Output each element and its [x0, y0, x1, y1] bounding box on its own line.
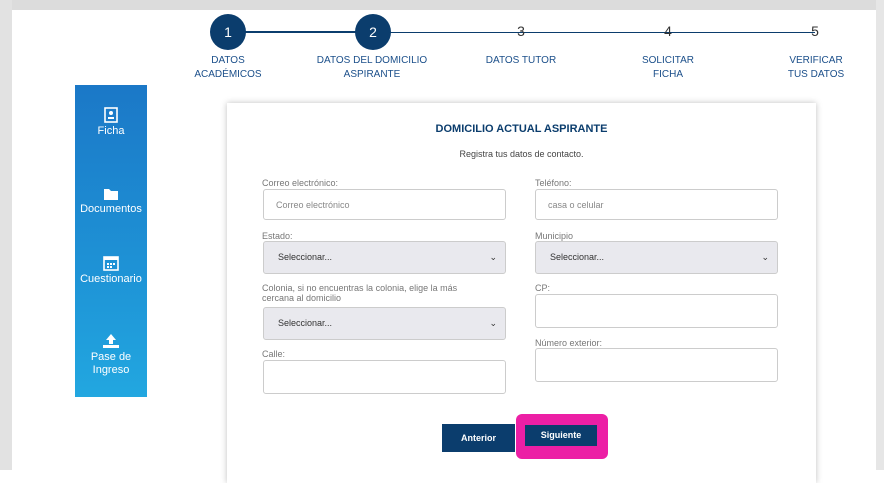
- step-2-label: DATOS DEL DOMICILIO ASPIRANTE: [310, 54, 434, 82]
- state-label: Estado:: [262, 231, 293, 241]
- stepper-progress-line: [228, 31, 372, 33]
- previous-button[interactable]: Anterior: [442, 424, 515, 452]
- step-2-label-line2: ASPIRANTE: [343, 69, 401, 80]
- municipality-select[interactable]: Seleccionar... ⌄: [535, 241, 778, 274]
- step-5-label-line2: TUS DATOS: [787, 69, 845, 80]
- step-1-label-line2: ACADÉMICOS: [194, 69, 262, 80]
- sidebar-item-label-line1: Pase de: [90, 351, 132, 363]
- chevron-down-icon: ⌄: [489, 252, 497, 262]
- state-select[interactable]: Seleccionar... ⌄: [263, 241, 506, 274]
- step-4-number[interactable]: 4: [658, 23, 678, 39]
- sidebar-item-ficha[interactable]: Ficha: [75, 107, 147, 138]
- colony-selected-value: Seleccionar...: [278, 318, 333, 328]
- step-1-circle[interactable]: 1: [210, 14, 246, 50]
- email-label: Correo electrónico:: [262, 178, 339, 188]
- folder-icon: [104, 189, 118, 200]
- step-5-label-line1: VERIFICAR: [789, 55, 843, 66]
- step-3-label: DATOS TUTOR: [476, 54, 566, 68]
- step-4-label-line2: FICHA: [653, 69, 683, 80]
- colony-label: Colonia, si no encuentras la colonia, el…: [262, 283, 457, 303]
- window-frame-left: [0, 0, 12, 470]
- chevron-down-icon: ⌄: [489, 318, 497, 328]
- calendar-icon: [103, 256, 119, 271]
- ext-number-label: Número exterior:: [535, 338, 603, 348]
- cp-label: CP:: [535, 283, 551, 293]
- phone-field[interactable]: [535, 189, 778, 220]
- upload-tray-icon: [103, 334, 119, 348]
- email-field[interactable]: [263, 189, 506, 220]
- sidebar-item-label: Ficha: [97, 125, 125, 137]
- id-card-icon: [104, 107, 118, 123]
- colony-label-line2: cercana al domicilio: [262, 293, 342, 303]
- ext-number-field[interactable]: [535, 348, 778, 382]
- step-1-label: DATOS ACADÉMICOS: [188, 54, 268, 82]
- sidebar-item-label-line2: Ingreso: [92, 364, 130, 376]
- step-2-circle[interactable]: 2: [355, 14, 391, 50]
- step-5-label: VERIFICAR TUS DATOS: [772, 54, 860, 82]
- state-selected-value: Seleccionar...: [278, 252, 333, 262]
- form-title: DOMICILIO ACTUAL ASPIRANTE: [435, 123, 608, 135]
- municipality-selected-value: Seleccionar...: [550, 252, 605, 262]
- sidebar-item-label: Cuestionario: [80, 273, 142, 285]
- colony-label-line1: Colonia, si no encuentras la colonia, el…: [262, 283, 458, 293]
- next-button[interactable]: Siguiente: [525, 425, 597, 446]
- step-5-number[interactable]: 5: [805, 23, 825, 39]
- step-3-label-line1: DATOS TUTOR: [485, 55, 557, 66]
- municipality-label: Municipio: [535, 231, 574, 241]
- sidebar: Ficha Documentos Cuestionario Pase de In…: [75, 85, 147, 397]
- chevron-down-icon: ⌄: [761, 252, 769, 262]
- sidebar-item-pase-de-ingreso[interactable]: Pase de Ingreso: [75, 333, 147, 377]
- window-frame-top: [0, 0, 884, 10]
- stepper-track-line: [372, 32, 815, 33]
- cp-field[interactable]: [535, 294, 778, 328]
- address-form-card: DOMICILIO ACTUAL ASPIRANTE Registra tus …: [227, 103, 816, 483]
- step-3-number[interactable]: 3: [511, 23, 531, 39]
- phone-label: Teléfono:: [535, 178, 572, 188]
- colony-select[interactable]: Seleccionar... ⌄: [263, 307, 506, 340]
- sidebar-item-documentos[interactable]: Documentos: [75, 187, 147, 216]
- step-4-label: SOLICITAR FICHA: [623, 54, 713, 82]
- window-frame-right: [876, 0, 884, 470]
- step-4-label-line1: SOLICITAR: [641, 55, 695, 66]
- step-2-label-line1: DATOS DEL DOMICILIO: [316, 55, 428, 66]
- form-subtitle: Registra tus datos de contacto.: [459, 149, 584, 159]
- street-label: Calle:: [262, 349, 286, 359]
- sidebar-item-cuestionario[interactable]: Cuestionario: [75, 255, 147, 286]
- street-field[interactable]: [263, 360, 506, 394]
- step-1-label-line1: DATOS: [211, 55, 245, 66]
- sidebar-item-label: Documentos: [80, 203, 142, 215]
